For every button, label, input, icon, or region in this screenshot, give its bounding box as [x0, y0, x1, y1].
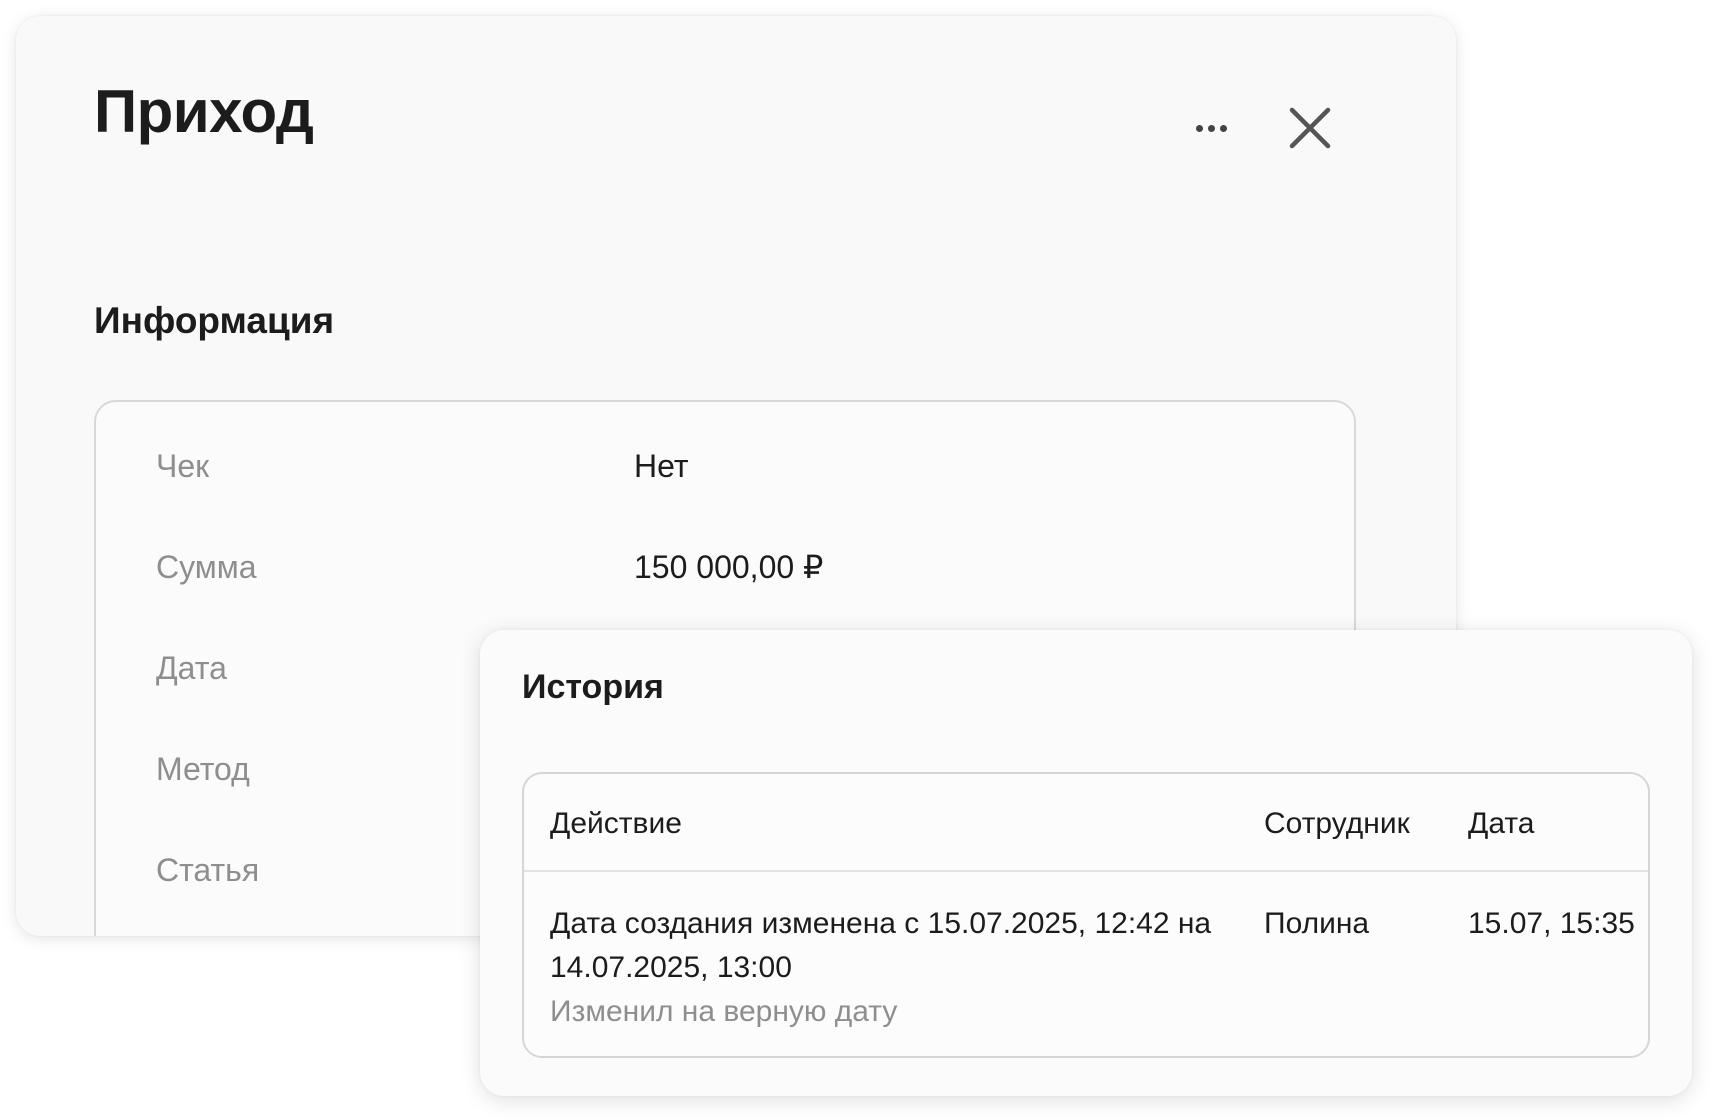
row-employee-cell: Полина: [1264, 907, 1370, 940]
close-icon: [1289, 107, 1331, 149]
info-label: Статья: [156, 852, 260, 888]
column-header-date: Дата: [1468, 807, 1535, 840]
history-title: История: [522, 668, 664, 706]
info-value: Нет: [634, 448, 689, 484]
more-horizontal-icon-dot: [1207, 124, 1215, 132]
info-value: 150 000,00 ₽: [634, 549, 824, 585]
row-date-cell: 15.07, 15:35: [1468, 907, 1635, 940]
row-action-cell: Дата создания изменена с 15.07.2025, 12:…: [550, 902, 1230, 1034]
column-header-action: Действие: [550, 807, 682, 840]
modal-title: Приход: [94, 78, 314, 145]
history-panel: История Действие Сотрудник Дата Дата соз…: [480, 630, 1692, 1096]
history-table: Действие Сотрудник Дата Дата создания из…: [522, 772, 1650, 1058]
info-label: Сумма: [156, 549, 257, 585]
table-header: Действие Сотрудник Дата: [524, 774, 1648, 872]
info-label: Чек: [156, 448, 210, 484]
info-row-receipt: Чек Нет: [156, 444, 1296, 488]
info-row-amount: Сумма 150 000,00 ₽: [156, 545, 1296, 589]
action-note: Изменил на верную дату: [550, 995, 898, 1028]
column-header-employee: Сотрудник: [1264, 807, 1410, 840]
info-section-title: Информация: [94, 300, 335, 341]
close-button[interactable]: [1282, 100, 1338, 156]
action-text: Дата создания изменена с 15.07.2025, 12:…: [550, 907, 1212, 984]
table-row: Дата создания изменена с 15.07.2025, 12:…: [524, 872, 1648, 1056]
more-horizontal-icon: [1195, 124, 1203, 132]
info-label: Метод: [156, 751, 250, 787]
info-label: Дата: [156, 650, 227, 686]
more-horizontal-icon-dot: [1219, 124, 1227, 132]
more-options-button[interactable]: [1176, 108, 1246, 148]
